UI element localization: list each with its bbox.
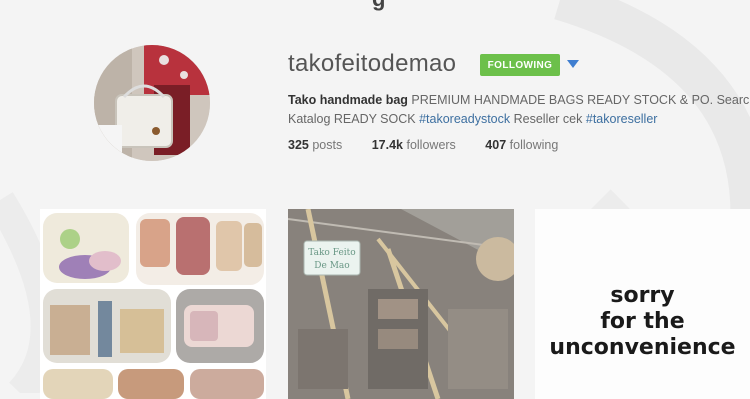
hashtag-link-reseller[interactable]: #takoreseller: [586, 112, 658, 126]
profile-stats: 325 posts 17.4k followers 407 following: [288, 138, 584, 152]
posts-label: posts: [312, 138, 343, 152]
followers-stat[interactable]: 17.4k followers: [372, 138, 456, 152]
apology-overlay: sorry for the unconvenience: [535, 283, 750, 361]
profile-avatar[interactable]: [94, 45, 210, 161]
followers-label: followers: [406, 138, 456, 152]
following-count: 407: [485, 138, 507, 152]
posts-count: 325: [288, 138, 309, 152]
avatar-photo: [94, 45, 210, 161]
bio-text-1: PREMIUM HANDMADE BAGS READY STOCK & PO. …: [411, 93, 750, 107]
sign-line-1: Tako Feito: [308, 248, 355, 258]
sign-line-2: De Mao: [314, 261, 349, 271]
dropdown-caret-icon[interactable]: [567, 60, 579, 68]
following-button[interactable]: FOLLOWING: [480, 54, 560, 76]
hashtag-link-readystock[interactable]: #takoreadystock: [419, 112, 510, 126]
bio-text-2: Katalog READY SOCK: [288, 112, 416, 126]
bio-name: Tako handmade bag: [288, 93, 408, 107]
booth-photo-image: Tako Feito De Mao: [288, 209, 514, 399]
followers-count: 17.4k: [371, 138, 403, 152]
bio-line-2: Katalog READY SOCK #takoreadystock Resel…: [288, 110, 750, 129]
posts-stat: 325 posts: [288, 138, 342, 152]
bio-line-1: Tako handmade bag PREMIUM HANDMADE BAGS …: [288, 91, 750, 110]
apology-line-2: for the: [600, 309, 685, 334]
bag-collage-image: [43, 213, 264, 399]
post-tile-bag-collage[interactable]: [40, 209, 266, 399]
apology-line-1: sorry: [610, 283, 675, 308]
profile-username: takofeitodemao: [288, 50, 457, 77]
apology-line-3: unconvenience: [549, 335, 736, 360]
following-label: following: [509, 138, 559, 152]
profile-bio: Tako handmade bag PREMIUM HANDMADE BAGS …: [288, 91, 750, 129]
post-tile-booth[interactable]: Tako Feito De Mao: [288, 209, 514, 399]
bio-text-3: Reseller cek: [513, 112, 583, 126]
following-stat[interactable]: 407 following: [485, 138, 558, 152]
cropped-heading: g: [372, 0, 385, 12]
